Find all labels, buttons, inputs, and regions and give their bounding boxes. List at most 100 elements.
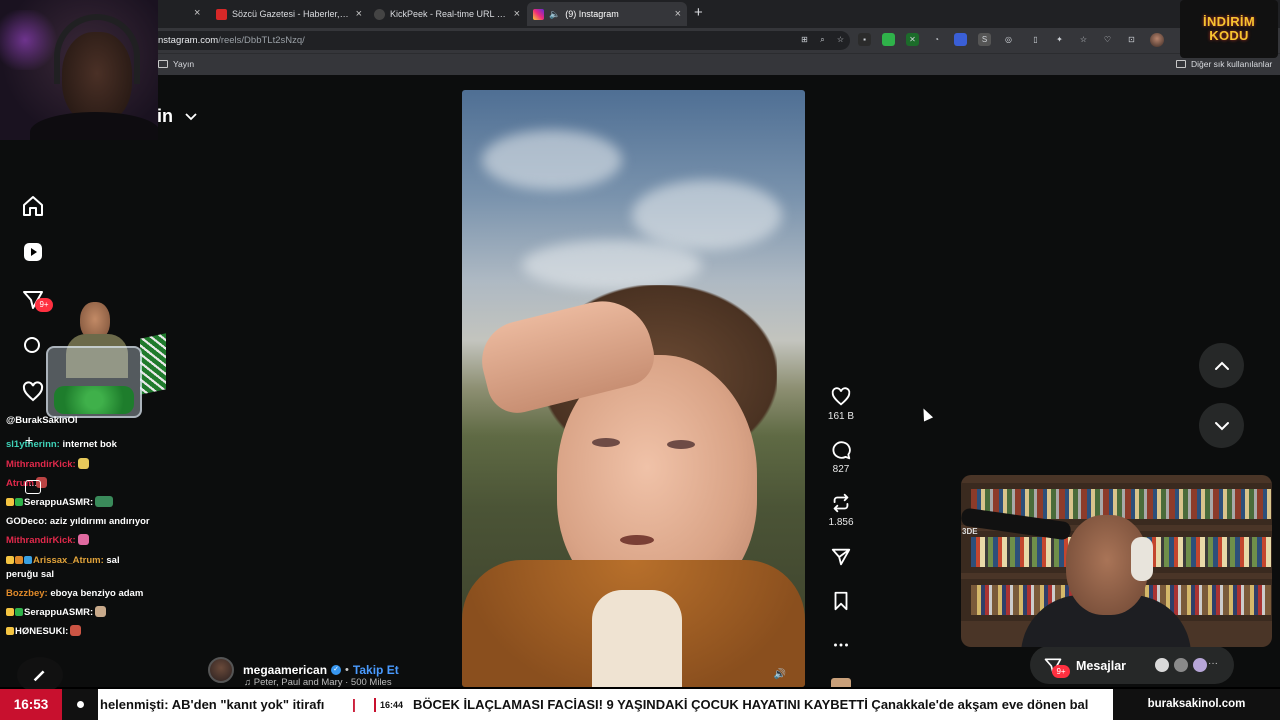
share-icon[interactable]	[830, 546, 852, 568]
avatar	[1153, 656, 1171, 674]
extension-icon[interactable]: ◔	[930, 33, 943, 46]
profile-avatar[interactable]	[1150, 33, 1164, 47]
headphones	[54, 14, 140, 84]
sidepanel-icon[interactable]: ▯	[1029, 33, 1042, 46]
close-icon[interactable]: ×	[675, 8, 681, 20]
url-path: /reels/DbbTLt2sNzq/	[218, 35, 305, 46]
comment-count: 827	[832, 464, 850, 475]
reel-music[interactable]: ♫ Peter, Paul and Mary · 500 Miles	[244, 677, 392, 688]
tab-instagram[interactable]: 🔈 (9) Instagram ×	[527, 2, 687, 26]
follow-button[interactable]: Takip Et	[353, 663, 399, 677]
extension-icon[interactable]: S	[978, 33, 991, 46]
person-shirt	[592, 590, 682, 687]
close-icon[interactable]: ×	[514, 8, 520, 20]
chat-username: GODeco:	[6, 516, 48, 527]
chat-username: SerappuASMR:	[24, 497, 94, 508]
bookmark-icon[interactable]	[830, 590, 852, 612]
more-menu-icon[interactable]: ···	[25, 480, 41, 494]
instagram-favicon-icon	[533, 8, 544, 20]
reels-icon[interactable]	[21, 240, 45, 264]
extensions-puzzle-icon[interactable]: ✦	[1053, 33, 1066, 46]
comment-action[interactable]: 827	[826, 439, 856, 475]
collections-icon[interactable]: ♡	[1101, 33, 1114, 46]
url-host: nstagram.com	[158, 35, 219, 46]
bookmark-folder-other[interactable]: Diğer sık kullanılanlar	[1176, 59, 1272, 69]
save-action[interactable]	[826, 590, 856, 612]
chat-text: aziz yıldırımı andırıyor	[47, 516, 150, 527]
author-avatar[interactable]	[208, 657, 234, 683]
audio-thumbnail[interactable]	[831, 678, 851, 687]
chat-username: @BurakSakinOl	[6, 415, 78, 426]
zoom-icon[interactable]: ⌕	[816, 33, 829, 46]
chat-text: sal	[103, 555, 120, 566]
more-avatars-icon: ···	[1208, 658, 1218, 669]
chat-text: eboya benziyo adam	[47, 588, 144, 599]
reel-video[interactable]	[462, 90, 805, 687]
extension-icon[interactable]: ▪	[858, 33, 871, 46]
extension-icon[interactable]	[954, 33, 967, 46]
chat-message: MithrandirKick:	[6, 534, 176, 547]
address-bar[interactable]: nstagram.com/reels/DbbTLt2sNzq/	[150, 31, 850, 50]
pen-icon	[33, 670, 45, 682]
kickpeek-favicon-icon	[374, 8, 385, 20]
author-username[interactable]: megaamerican	[243, 663, 327, 677]
chevron-down-icon[interactable]	[184, 110, 198, 124]
heart-icon[interactable]	[830, 386, 852, 408]
tab-sozcu[interactable]: Sözcü Gazetesi - Haberler, son dakika ×	[210, 2, 368, 26]
crown-badge-icon	[6, 498, 14, 506]
speaker-icon[interactable]: 🔈	[549, 9, 560, 20]
screenshot-icon[interactable]: ⊡	[1125, 33, 1138, 46]
sub-badge-icon	[15, 608, 23, 616]
tab-kickpeek[interactable]: KickPeek - Real-time URL Crawler f ×	[368, 2, 526, 26]
ticker-clock: 16:53	[0, 689, 62, 720]
live-dot-icon	[62, 689, 98, 720]
cloud-shape	[632, 180, 782, 250]
messages-badge: 9+	[1052, 665, 1070, 678]
extension-icon[interactable]	[882, 33, 895, 46]
ticker-separator: |	[352, 696, 356, 712]
next-reel-button[interactable]	[1199, 403, 1244, 448]
headphones	[1131, 537, 1153, 581]
streamer-webcam	[0, 0, 158, 140]
extension-icon[interactable]: ✕	[906, 33, 919, 46]
host-webcam: 3DE	[961, 475, 1272, 647]
bookmark-folder-yayin[interactable]: Yayın	[158, 59, 194, 69]
chat-message: SerappuASMR:	[6, 496, 176, 509]
like-action[interactable]: 161 B	[826, 386, 856, 422]
chat-message: @BurakSakinOl	[6, 414, 176, 427]
promo-line: İNDİRİM	[1203, 14, 1255, 29]
favorites-icon[interactable]: ☆	[1077, 33, 1090, 46]
install-app-icon[interactable]: ⊞	[798, 33, 811, 46]
instagram-logo[interactable]: in	[157, 106, 173, 127]
extension-icon[interactable]: ◎	[1002, 33, 1015, 46]
sozcu-favicon-icon	[216, 8, 227, 20]
repost-count: 1.856	[828, 517, 854, 528]
repost-icon[interactable]	[830, 492, 852, 514]
tab-title: KickPeek - Real-time URL Crawler f	[390, 9, 508, 19]
avatar	[1191, 656, 1209, 674]
edit-button[interactable]	[17, 657, 63, 693]
home-icon[interactable]	[21, 194, 45, 218]
chat-message: HØNESUKI:	[6, 625, 176, 638]
close-icon[interactable]: ×	[194, 7, 200, 19]
more-options-icon[interactable]	[830, 634, 852, 656]
close-icon[interactable]: ×	[356, 8, 362, 20]
rgb-light	[0, 10, 60, 70]
previous-reel-button[interactable]	[1199, 343, 1244, 388]
chat-text: peruğu sal	[6, 569, 55, 580]
new-tab-icon[interactable]: +	[694, 4, 703, 21]
chat-text: internet bok	[59, 439, 117, 450]
chat-username: Bozzbey:	[6, 588, 48, 599]
comment-icon[interactable]	[830, 439, 852, 461]
person-mouth	[620, 535, 654, 545]
speaker-icon[interactable]: 🔊	[771, 668, 789, 682]
more-action[interactable]	[826, 634, 856, 656]
repost-action[interactable]: 1.856	[826, 492, 856, 528]
chevron-up-icon	[1214, 361, 1229, 370]
sub-badge-icon	[15, 498, 23, 506]
emote-icon	[77, 534, 89, 545]
bookmark-star-icon[interactable]: ☆	[834, 33, 847, 46]
ticker-headline: helenmişti: AB'den "kanıt yok" itirafı	[100, 697, 325, 712]
create-icon[interactable]: +	[25, 432, 33, 448]
share-action[interactable]	[826, 546, 856, 568]
